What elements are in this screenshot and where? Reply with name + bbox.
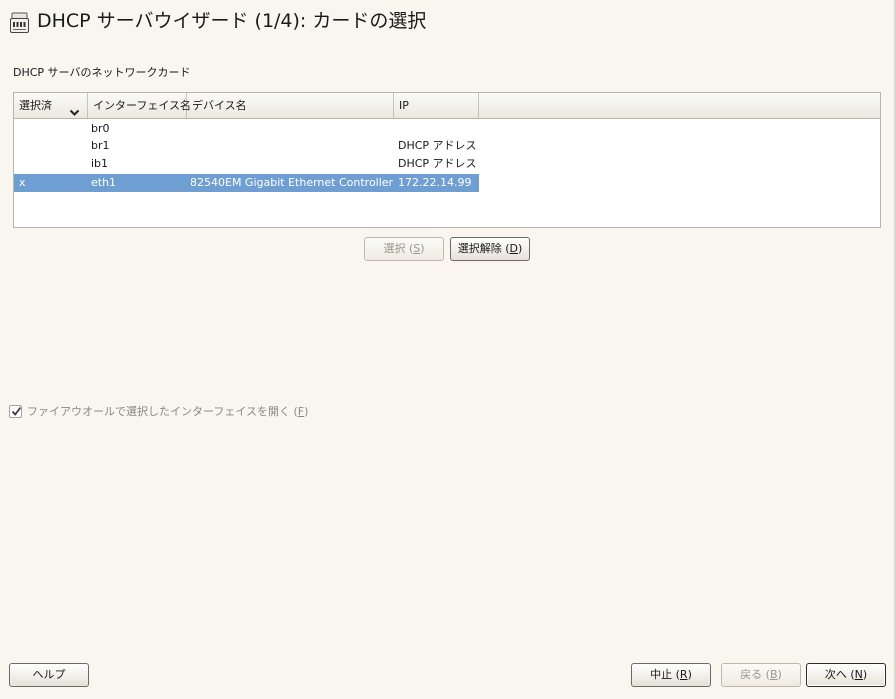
next-button-label: 次へ ( xyxy=(824,668,855,681)
abort-button-mnemonic: R xyxy=(679,668,688,681)
cell-interface: eth1 xyxy=(91,176,117,189)
back-button-label: 戻る ( xyxy=(740,668,770,681)
abort-button-suffix: ) xyxy=(687,668,692,681)
table-row[interactable]: br1 DHCP アドレス xyxy=(14,137,479,155)
server-icon xyxy=(9,12,30,34)
table-row[interactable]: ib1 DHCP アドレス xyxy=(14,155,479,173)
select-button-suffix: ) xyxy=(420,242,425,255)
column-header-selected-label: 選択済 xyxy=(19,99,52,112)
column-header-selected[interactable]: 選択済 xyxy=(14,93,88,118)
firewall-label-suffix: ) xyxy=(304,405,309,418)
network-card-table[interactable]: 選択済 インターフェイス名 デバイス名 IP br0 br1 DHCP アドレス… xyxy=(13,92,881,228)
cell-interface: ib1 xyxy=(91,157,109,170)
select-button-label: 選択 ( xyxy=(383,242,414,255)
cell-selected xyxy=(19,120,85,138)
cell-interface: br0 xyxy=(91,122,110,135)
deselect-button[interactable]: 選択解除 (D) xyxy=(450,237,530,261)
firewall-checkbox[interactable] xyxy=(9,405,22,418)
back-button-suffix: ) xyxy=(777,668,782,681)
table-header: 選択済 インターフェイス名 デバイス名 IP xyxy=(14,93,880,119)
column-header-interface[interactable]: インターフェイス名 xyxy=(88,93,191,118)
firewall-checkbox-label: ファイアウオールで選択したインターフェイスを開く (F) xyxy=(27,404,308,420)
deselect-button-suffix: ) xyxy=(517,242,523,255)
cell-device xyxy=(190,120,393,138)
cell-device xyxy=(190,137,393,155)
help-button[interactable]: ヘルプ xyxy=(9,663,89,687)
cell-ip xyxy=(398,120,478,138)
next-button-mnemonic: N xyxy=(854,668,863,681)
cell-ip: 172.22.14.99 xyxy=(398,176,472,189)
abort-button[interactable]: 中止 (R) xyxy=(631,663,711,687)
next-button[interactable]: 次へ (N) xyxy=(806,663,886,687)
column-header-device[interactable]: デバイス名 xyxy=(187,93,394,118)
table-row[interactable]: x eth1 82540EM Gigabit Ethernet Controll… xyxy=(14,174,479,192)
deselect-button-mnemonic: D xyxy=(509,242,518,255)
back-button-mnemonic: B xyxy=(769,668,778,681)
cell-selected: x xyxy=(19,176,26,189)
cell-device: 82540EM Gigabit Ethernet Controller xyxy=(190,176,393,189)
table-row[interactable]: br0 xyxy=(14,120,479,138)
deselect-button-label: 選択解除 ( xyxy=(457,242,510,255)
firewall-label-text: ファイアウオールで選択したインターフェイスを開く ( xyxy=(27,405,298,418)
column-header-ip[interactable]: IP xyxy=(394,93,479,118)
next-button-suffix: ) xyxy=(862,668,868,681)
cell-interface: br1 xyxy=(91,139,110,152)
select-button[interactable]: 選択 (S) xyxy=(364,237,444,261)
cell-device xyxy=(190,155,393,173)
page-title: DHCP サーバウイザード (1/4): カードの選択 xyxy=(37,10,427,32)
chevron-down-icon xyxy=(69,101,80,116)
network-card-frame-label: DHCP サーバのネットワークカード xyxy=(13,66,191,79)
cell-ip: DHCP アドレス xyxy=(398,139,477,152)
cell-selected xyxy=(19,155,85,173)
cell-ip: DHCP アドレス xyxy=(398,157,477,170)
back-button[interactable]: 戻る (B) xyxy=(721,663,801,687)
cell-selected xyxy=(19,137,85,155)
checkmark-icon xyxy=(11,406,22,416)
abort-button-label: 中止 ( xyxy=(650,668,680,681)
